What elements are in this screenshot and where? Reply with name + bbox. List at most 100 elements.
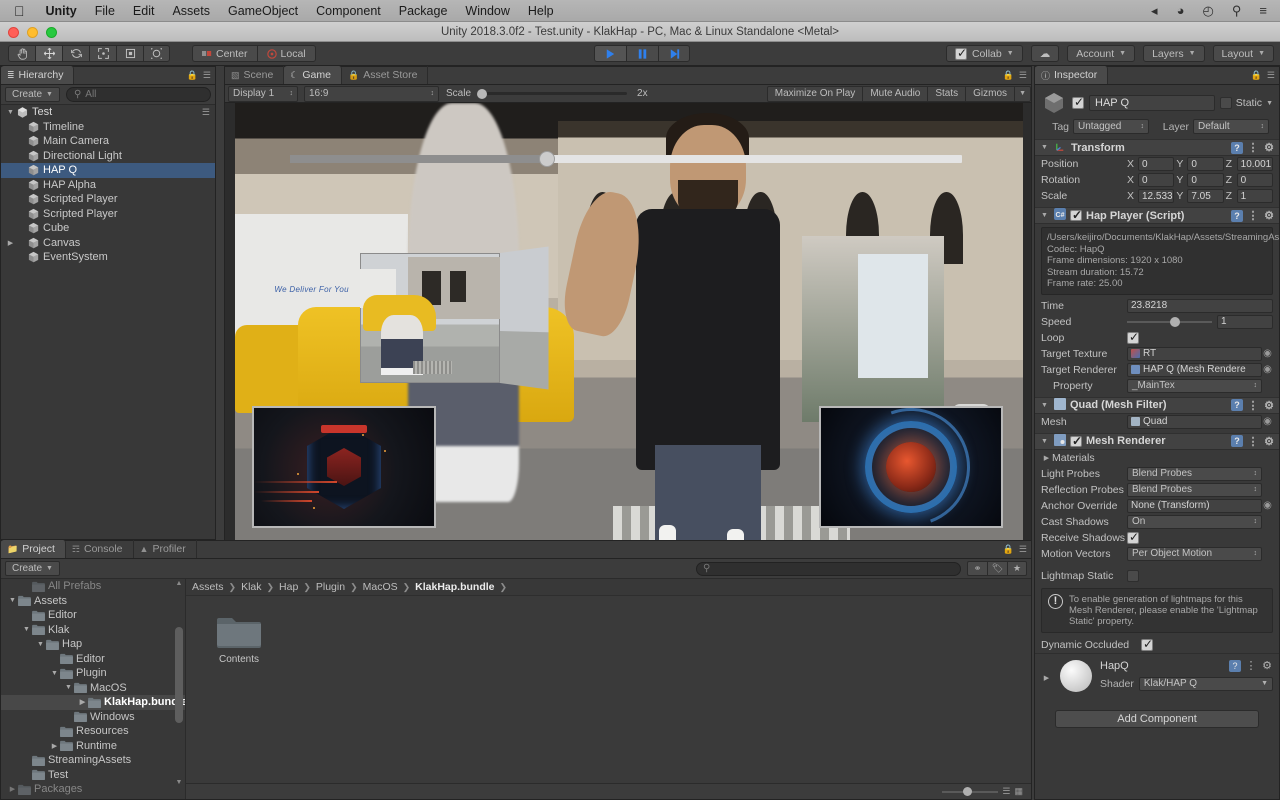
scroll-down-arrow[interactable]: ▼ (175, 779, 183, 786)
rect-tool-button[interactable] (116, 45, 143, 62)
target-texture-field[interactable]: RT (1127, 346, 1262, 361)
project-tree-item-resources[interactable]: Resources (1, 724, 185, 739)
preset-icon[interactable]: ⋮ (1247, 210, 1259, 222)
hierarchy-item-canvas[interactable]: ▶ Canvas (1, 236, 215, 251)
menu-edit[interactable]: Edit (124, 4, 164, 18)
project-tree-item-klakhap-bundle[interactable]: ▶ KlakHap.bundle (1, 695, 185, 710)
gear-icon[interactable]: ⚙ (1263, 142, 1275, 154)
favorite-icon[interactable]: ⚭ (967, 561, 987, 576)
hierarchy-scene-root[interactable]: ▼ Test ☰ (1, 105, 215, 120)
tag-dropdown[interactable]: Untagged ↕ (1073, 119, 1149, 134)
axis-z-field[interactable]: 10.001 (1236, 157, 1273, 171)
hierarchy-item-eventsystem[interactable]: EventSystem (1, 250, 215, 265)
chevron-down-icon[interactable]: ▼ (1266, 100, 1273, 107)
control-center-icon[interactable]: ≡ (1250, 3, 1276, 18)
close-button[interactable] (8, 27, 19, 38)
axis-y-field[interactable]: 0 (1187, 157, 1224, 171)
pivot-mode-button[interactable]: Center (192, 45, 257, 62)
hierarchy-search-input[interactable]: ⚲ All (65, 87, 211, 102)
lightmap-static-checkbox[interactable] (1127, 569, 1139, 582)
project-tree-item-macos[interactable]: ▼ MacOS (1, 681, 185, 696)
play-button[interactable] (594, 45, 626, 62)
menu-unity[interactable]: Unity (37, 4, 86, 18)
dropbox-icon[interactable]: ◴ (1194, 3, 1223, 19)
project-tree-scrollbar[interactable]: ▲ ▼ (175, 580, 183, 786)
scroll-thumb[interactable] (175, 627, 183, 723)
hierarchy-item-hap-q[interactable]: HAP Q (1, 163, 215, 178)
mesh-filter-component-header[interactable]: ▼ Quad (Mesh Filter) ? ⋮ ⚙ (1035, 396, 1279, 414)
motion-vectors-dropdown[interactable]: Per Object Motion ↕ (1127, 546, 1262, 561)
tab-scene[interactable]: ▧ Scene (225, 66, 285, 84)
speed-slider-handle[interactable] (1169, 316, 1180, 327)
help-icon[interactable]: ? (1231, 141, 1243, 154)
layer-dropdown[interactable]: Default ↕ (1193, 119, 1269, 134)
chevron-down-icon[interactable]: ▼ (1039, 438, 1050, 445)
add-component-button[interactable]: Add Component (1055, 709, 1259, 728)
chevron-down-icon[interactable]: ▼ (1039, 212, 1050, 219)
chevron-down-icon[interactable]: ▼ (49, 670, 60, 677)
tab-game[interactable]: ☾ Game (284, 66, 342, 84)
project-tree-item-windows[interactable]: Windows (1, 710, 185, 725)
layers-button[interactable]: Layers ▼ (1143, 45, 1205, 62)
help-icon[interactable]: ? (1229, 659, 1241, 672)
project-create-button[interactable]: Create ▼ (5, 561, 60, 576)
rotate-tool-button[interactable] (62, 45, 89, 62)
speed-field[interactable]: 1 (1217, 314, 1273, 329)
axis-x-field[interactable]: 0 (1138, 157, 1175, 171)
axis-y-field[interactable]: 7.05 (1187, 189, 1224, 203)
project-tree-item-test[interactable]: Test (1, 768, 185, 783)
list-view-icon[interactable]: ☰ (1002, 786, 1010, 797)
hap-player-enabled-checkbox[interactable] (1070, 208, 1082, 222)
menu-package[interactable]: Package (390, 4, 457, 18)
tab-inspector[interactable]: ⓘ Inspector (1035, 66, 1109, 84)
minimize-button[interactable] (27, 27, 38, 38)
stats-toggle[interactable]: Stats (928, 85, 967, 102)
breadcrumb-item[interactable]: KlakHap.bundle (415, 581, 494, 593)
breadcrumb-item[interactable]: Hap (279, 581, 298, 593)
menu-assets[interactable]: Assets (163, 4, 219, 18)
chevron-right-icon[interactable]: ▶ (1041, 454, 1052, 462)
mesh-field[interactable]: Quad (1127, 414, 1262, 429)
aspect-dropdown[interactable]: 16:9 ↕ (304, 85, 439, 102)
object-picker-icon[interactable]: ◉ (1262, 500, 1273, 511)
receive-shadows-checkbox[interactable] (1127, 530, 1139, 544)
icon-size-handle[interactable] (962, 786, 972, 796)
menu-component[interactable]: Component (307, 4, 390, 18)
chevron-right-icon[interactable]: ▶ (77, 698, 88, 706)
hierarchy-item-directional-light[interactable]: Directional Light (1, 149, 215, 164)
chevron-down-icon[interactable]: ▼ (63, 684, 74, 691)
transform-component-header[interactable]: ▼ Transform ? ⋮ ⚙ (1035, 139, 1279, 156)
project-search-input[interactable]: ⚲ (696, 561, 961, 576)
chevron-down-icon[interactable]: ▼ (1039, 402, 1050, 409)
menu-file[interactable]: File (86, 4, 124, 18)
object-picker-icon[interactable]: ◉ (1262, 416, 1273, 427)
project-tree-item-streamingassets[interactable]: StreamingAssets (1, 753, 185, 768)
step-button[interactable] (658, 45, 690, 62)
gear-icon[interactable]: ⚙ (1263, 210, 1275, 222)
account-button[interactable]: Account ▼ (1067, 45, 1136, 62)
reflection-probes-dropdown[interactable]: Blend Probes ↕ (1127, 482, 1262, 497)
chevron-down-icon[interactable]: ▼ (5, 109, 16, 116)
project-tree-item-editor[interactable]: Editor (1, 652, 185, 667)
lock-icon[interactable]: 🔒 (1251, 70, 1262, 81)
menu-icon[interactable]: ☰ (203, 70, 211, 81)
gizmos-toggle[interactable]: Gizmos (966, 85, 1016, 102)
anchor-override-field[interactable]: None (Transform) (1127, 498, 1262, 513)
playback-slider[interactable] (290, 151, 962, 167)
preset-icon[interactable]: ⋮ (1247, 399, 1259, 412)
lock-icon[interactable]: 🔒 (1003, 544, 1014, 555)
slider-handle[interactable] (538, 151, 555, 167)
speed-slider[interactable] (1127, 316, 1212, 327)
tab-hierarchy[interactable]: ≣ Hierarchy (1, 66, 75, 84)
menu-icon[interactable]: ☰ (1267, 70, 1275, 81)
hierarchy-item-main-camera[interactable]: Main Camera (1, 134, 215, 149)
tab-asset-store[interactable]: 🔒 Asset Store (342, 66, 429, 84)
chevron-right-icon[interactable]: ▶ (7, 785, 18, 793)
mesh-renderer-component-header[interactable]: ▼ Mesh Renderer ? ⋮ ⚙ (1035, 432, 1279, 450)
chevron-right-icon[interactable]: ▶ (49, 742, 60, 750)
axis-y-field[interactable]: 0 (1187, 173, 1224, 187)
axis-x-field[interactable]: 0 (1138, 173, 1175, 187)
scale-tool-button[interactable] (89, 45, 116, 62)
chevron-down-icon[interactable]: ▼ (1039, 144, 1050, 151)
mesh-renderer-enabled-checkbox[interactable] (1070, 434, 1082, 448)
